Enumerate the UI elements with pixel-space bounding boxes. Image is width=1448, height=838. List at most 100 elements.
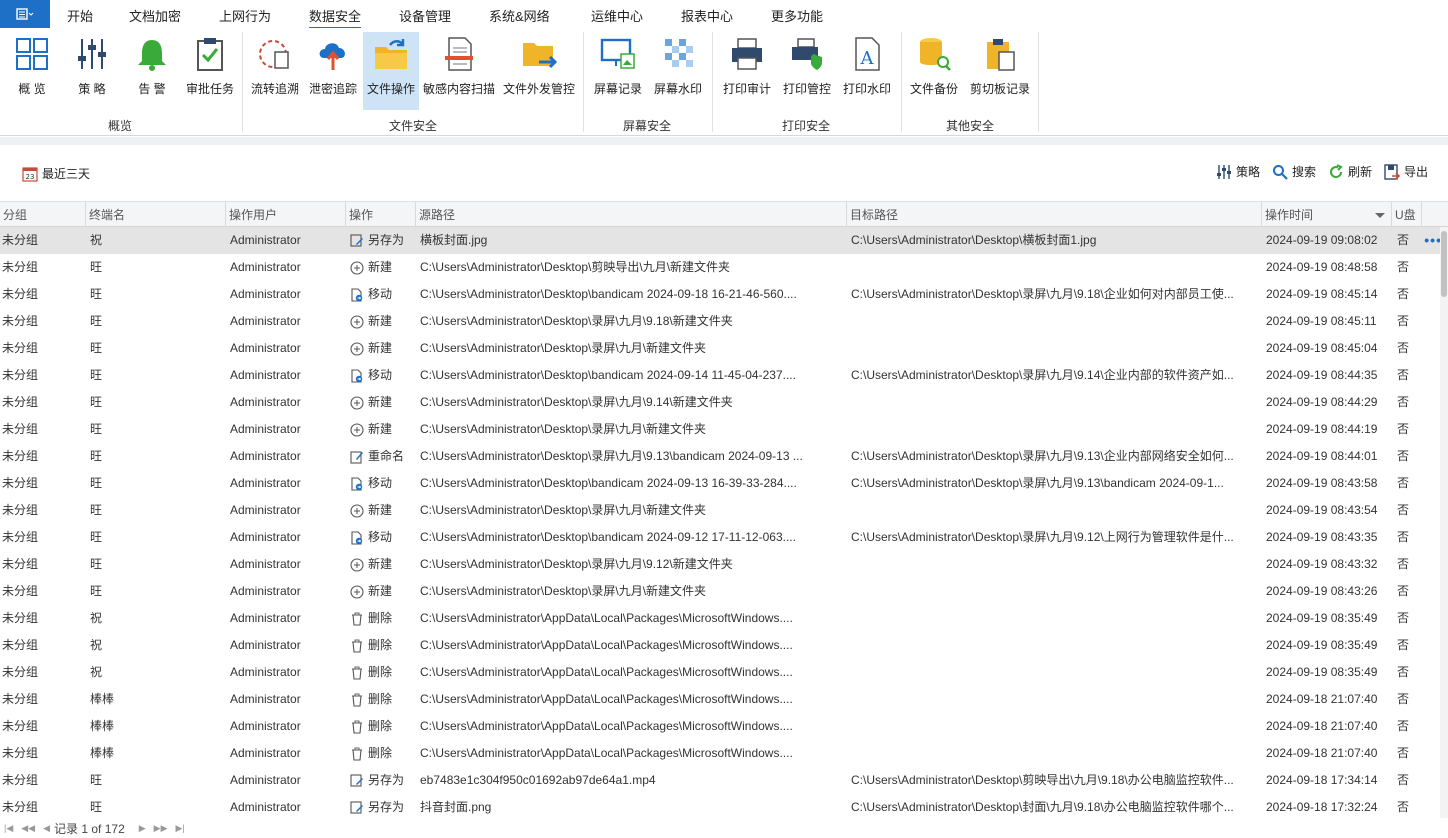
menu-start[interactable]: 开始: [67, 6, 93, 25]
export-button[interactable]: 导出: [1384, 163, 1428, 180]
file-operation-button[interactable]: 文件操作: [363, 32, 419, 110]
table-row[interactable]: 未分组 旺 Administrator 新建 C:\Users\Administrato…: [0, 308, 1448, 335]
date-range-picker[interactable]: 23 最近三天: [22, 165, 90, 182]
operation-label: 另存为: [368, 233, 405, 247]
row-target-path: C:\Users\Administrator\Desktop\录屏\九月\9.1…: [851, 476, 1224, 490]
column-group[interactable]: 分组: [0, 202, 86, 228]
row-terminal: 棒棒: [90, 719, 115, 733]
table-row[interactable]: 未分组 旺 Administrator 新建 C:\Users\Administrato…: [0, 335, 1448, 362]
flow-trace-label: 流转追溯: [250, 82, 299, 96]
row-target-path: [851, 686, 1260, 713]
menu-device-management[interactable]: 设备管理: [399, 6, 451, 25]
column-operation[interactable]: 操作: [346, 202, 416, 228]
table-row[interactable]: 未分组 棒棒 Administrator 删除 C:\Users\Administrat…: [0, 686, 1448, 713]
row-operation-time: 2024-09-18 17:32:24: [1266, 800, 1378, 814]
search-button[interactable]: 搜索: [1272, 163, 1316, 180]
screen-watermark-button[interactable]: 屏幕水印: [652, 32, 704, 110]
table-row[interactable]: 未分组 旺 Administrator 移动 C:\Users\Administrato…: [0, 281, 1448, 308]
operation-label: 删除: [368, 665, 393, 679]
file-outgoing-control-button[interactable]: 文件外发管控: [502, 32, 576, 110]
app-menu-button[interactable]: [0, 0, 50, 28]
row-usb: 否: [1397, 449, 1410, 463]
table-row[interactable]: 未分组 旺 Administrator 移动 C:\Users\Administrato…: [0, 362, 1448, 389]
row-source-path: C:\Users\Administrator\Desktop\bandicam …: [420, 287, 797, 301]
menu-more-features[interactable]: 更多功能: [771, 6, 823, 25]
table-row[interactable]: 未分组 旺 Administrator 新建 C:\Users\Administrato…: [0, 551, 1448, 578]
overview-button[interactable]: 概 览: [12, 32, 52, 110]
sensitive-scan-button[interactable]: 敏感内容扫描: [423, 32, 495, 110]
table-row[interactable]: 未分组 旺 Administrator 移动 C:\Users\Administrato…: [0, 524, 1448, 551]
table-row[interactable]: 未分组 旺 Administrator 移动 C:\Users\Administrato…: [0, 470, 1448, 497]
column-usb[interactable]: U盘: [1392, 202, 1422, 228]
table-row[interactable]: 未分组 祝 Administrator 删除 C:\Users\Administrato…: [0, 632, 1448, 659]
group-label-other-security: 其他安全: [946, 119, 995, 133]
table-row[interactable]: 未分组 旺 Administrator 新建 C:\Users\Administrato…: [0, 497, 1448, 524]
row-source-path: C:\Users\Administrator\Desktop\录屏\九月\新建文…: [420, 503, 707, 517]
policy-button[interactable]: 策 略: [72, 32, 112, 110]
clipboard-check-icon: [197, 38, 223, 71]
refresh-button[interactable]: 刷新: [1328, 163, 1372, 180]
refresh-icon: [1330, 163, 1343, 178]
table-row[interactable]: 未分组 棒棒 Administrator 删除 C:\Users\Administrat…: [0, 713, 1448, 740]
last-page-icon[interactable]: ▶|: [176, 823, 185, 834]
row-terminal: 旺: [90, 287, 103, 301]
row-usb: 否: [1397, 530, 1410, 544]
table-row[interactable]: 未分组 祝 Administrator 删除 C:\Users\Administrato…: [0, 659, 1448, 686]
alert-button[interactable]: 告 警: [132, 32, 172, 110]
approval-task-button[interactable]: 审批任务: [185, 32, 235, 110]
first-page-icon[interactable]: |◀: [4, 823, 13, 834]
trash-icon: [352, 639, 362, 653]
column-operation-time[interactable]: 操作时间: [1262, 202, 1392, 228]
next-page-fast-icon[interactable]: ▶▶: [154, 823, 168, 834]
table-row[interactable]: 未分组 祝 Administrator 另存为 横板封面.jpg C:\Users\Adm…: [0, 227, 1448, 254]
row-terminal: 旺: [90, 503, 103, 517]
policy-filter-button[interactable]: 策略: [1216, 163, 1260, 180]
column-user[interactable]: 操作用户: [226, 202, 346, 228]
row-source-path: C:\Users\Administrator\AppData\Local\Pac…: [420, 611, 793, 625]
table-row[interactable]: 未分组 旺 Administrator 新建 C:\Users\Administrato…: [0, 416, 1448, 443]
prev-page-fast-icon[interactable]: ◀◀: [21, 823, 35, 834]
file-backup-button[interactable]: 文件备份: [908, 32, 960, 110]
table-row[interactable]: 未分组 旺 Administrator 新建 C:\Users\Administrato…: [0, 578, 1448, 605]
flow-trace-button[interactable]: 流转追溯: [250, 32, 300, 110]
trash-icon: [352, 612, 362, 626]
menu-system-network[interactable]: 系统&网络: [489, 6, 550, 25]
table-row[interactable]: 未分组 旺 Administrator 另存为 eb7483e1c304f950c016…: [0, 767, 1448, 794]
print-control-button[interactable]: 打印管控: [782, 32, 832, 110]
column-source-path[interactable]: 源路径: [416, 202, 847, 228]
menu-ops-center[interactable]: 运维中心: [591, 6, 643, 25]
screen-record-button[interactable]: 屏幕记录: [592, 32, 644, 110]
table-row[interactable]: 未分组 旺 Administrator 重命名 C:\Users\Administrat…: [0, 443, 1448, 470]
row-target-path: [851, 740, 1260, 767]
menu-data-security[interactable]: 数据安全: [309, 6, 362, 29]
scrollbar-thumb[interactable]: [1441, 231, 1447, 297]
row-usb: 否: [1397, 287, 1410, 301]
vertical-scrollbar[interactable]: [1440, 227, 1448, 820]
menu-doc-encrypt[interactable]: 文档加密: [129, 6, 181, 25]
table-row[interactable]: 未分组 棒棒 Administrator 删除 C:\Users\Administrat…: [0, 740, 1448, 767]
print-watermark-button[interactable]: A 打印水印: [842, 32, 892, 110]
prev-page-icon[interactable]: ◀: [43, 823, 50, 834]
operation-label: 删除: [368, 692, 393, 706]
calendar-icon: 23: [22, 166, 38, 182]
row-operation-time: 2024-09-19 08:35:49: [1266, 665, 1378, 679]
leak-trace-button[interactable]: 泄密追踪: [308, 32, 358, 110]
row-terminal: 棒棒: [90, 692, 115, 706]
row-user: Administrator: [230, 422, 301, 436]
row-usb: 否: [1397, 341, 1410, 355]
menu-bar: 开始 文档加密 上网行为 数据安全 设备管理 系统&网络 运维中心 报表中心 更…: [0, 0, 1448, 29]
bell-icon: [138, 40, 166, 71]
column-target-path[interactable]: 目标路径: [847, 202, 1262, 228]
column-terminal[interactable]: 终端名: [86, 202, 226, 228]
table-row[interactable]: 未分组 旺 Administrator 新建 C:\Users\Administrato…: [0, 389, 1448, 416]
row-target-path: [851, 605, 1260, 632]
menu-web-behavior[interactable]: 上网行为: [219, 6, 271, 25]
clipboard-record-button[interactable]: 剪切板记录: [968, 32, 1032, 110]
next-page-icon[interactable]: ▶: [139, 823, 146, 834]
table-row[interactable]: 未分组 旺 Administrator 新建 C:\Users\Administrato…: [0, 254, 1448, 281]
group-separator: [583, 32, 584, 132]
table-row[interactable]: 未分组 祝 Administrator 删除 C:\Users\Administrato…: [0, 605, 1448, 632]
table-row[interactable]: 未分组 旺 Administrator 另存为 抖音封面.png C:\Users\Adm…: [0, 794, 1448, 820]
menu-report-center[interactable]: 报表中心: [681, 6, 733, 25]
print-audit-button[interactable]: 打印审计: [722, 32, 772, 110]
